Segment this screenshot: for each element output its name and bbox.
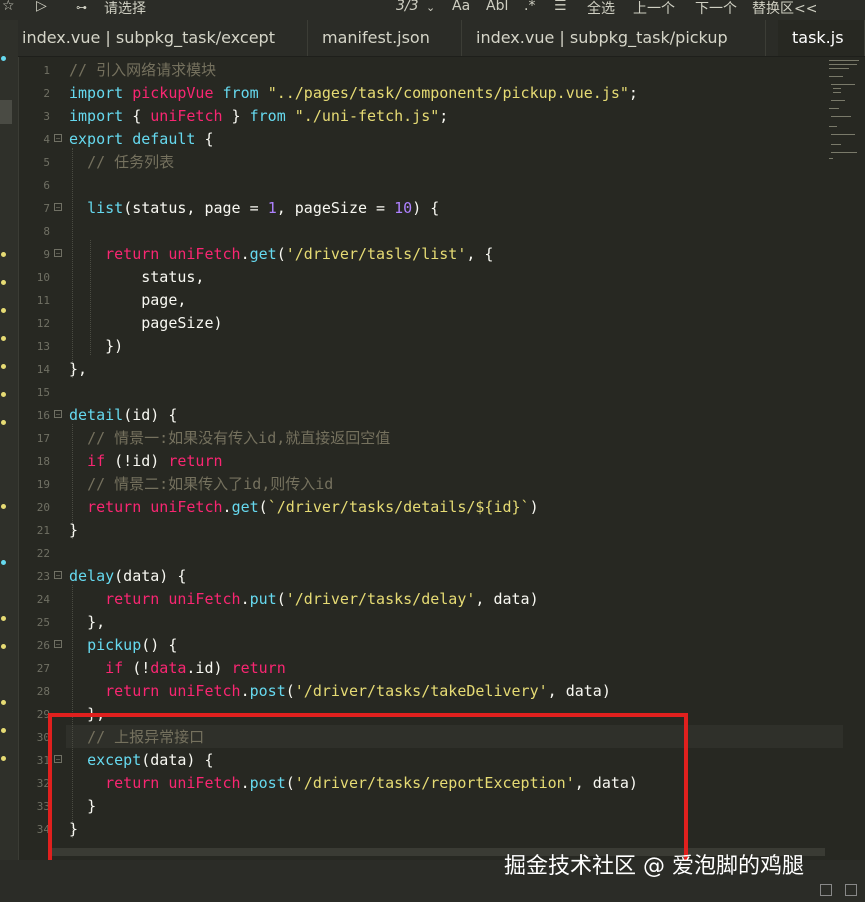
code-line: 27 if (!data.id) return [36, 659, 286, 677]
marker-dot [1, 616, 6, 621]
fold-toggle[interactable]: − [54, 134, 62, 143]
next-match-button[interactable]: 下一个 [695, 0, 737, 18]
left-gutter-strip [0, 20, 19, 860]
code-line: 18 if (!id) return [36, 452, 223, 470]
match-count: 3/3 [396, 0, 419, 14]
marker-dot [1, 504, 6, 509]
list-icon[interactable]: ☰ [554, 0, 567, 14]
whole-word-toggle[interactable]: Abl [486, 0, 508, 14]
code-line: 28 return uniFetch.post('/driver/tasks/t… [36, 682, 611, 700]
replace-toggle-button[interactable]: 替换区<< [752, 0, 817, 18]
marker-dot [1, 56, 6, 61]
marker-dot [1, 336, 6, 341]
code-line: 15 [36, 386, 50, 399]
code-line: 26− pickup() { [36, 636, 178, 654]
marker-dot [1, 420, 6, 425]
code-line: 5 // 任务列表 [43, 153, 175, 171]
marker-dot [1, 308, 6, 313]
select-all-button[interactable]: 全选 [587, 0, 615, 18]
search-icon: ⊶ [76, 1, 87, 14]
tab-task-js[interactable]: task.js [778, 20, 865, 56]
code-line: 17 // 情景一:如果没有传入id,就直接返回空值 [36, 429, 391, 447]
scroll-thumb[interactable] [0, 100, 12, 124]
code-line: 7− list(status, page = 1, pageSize = 10)… [43, 199, 440, 217]
play-icon[interactable]: ▷ [36, 0, 47, 14]
fold-toggle[interactable]: − [54, 203, 62, 212]
fold-toggle[interactable]: − [54, 410, 62, 419]
star-icon[interactable]: ☆ [2, 0, 15, 14]
tab-except-index[interactable]: index.vue | subpkg_task/except [8, 20, 308, 56]
marker-dot [1, 364, 6, 369]
split-icon[interactable] [820, 884, 832, 896]
marker-dot [1, 560, 6, 565]
fold-toggle[interactable]: − [54, 249, 62, 258]
chevron-down-icon[interactable]: ⌄ [426, 1, 435, 14]
marker-dot [1, 644, 6, 649]
marker-dot [1, 756, 6, 761]
watermark: 掘金技术社区 @ 爱泡脚的鸡腿 [504, 854, 804, 879]
code-line: 19 // 情景二:如果传入了id,则传入id [36, 475, 334, 493]
find-bar: ☆ ▷ ⊶ 请选择 3/3 ⌄ Aa Abl .* ☰ 全选 上一个 下一个 替… [0, 0, 865, 20]
marker-dot [1, 280, 6, 285]
minimap[interactable] [825, 56, 865, 166]
code-line: 20 return uniFetch.get(`/driver/tasks/de… [36, 498, 539, 516]
marker-dot [1, 728, 6, 733]
prev-match-button[interactable]: 上一个 [633, 0, 675, 18]
code-line: 25 }, [36, 613, 106, 631]
code-line: 4− export default { [43, 130, 214, 148]
fold-toggle[interactable]: − [54, 571, 62, 580]
marker-dot [1, 392, 6, 397]
code-line: 6 [43, 179, 50, 192]
code-line: 11 page, [36, 291, 187, 309]
marker-dot [1, 252, 6, 257]
code-line: 14}, [36, 360, 88, 378]
fold-toggle[interactable]: − [54, 640, 62, 649]
layout-icon[interactable] [845, 884, 857, 896]
search-input[interactable]: 请选择 [104, 0, 146, 18]
code-line: 1// 引入网络请求模块 [43, 61, 217, 79]
marker-dot [1, 700, 6, 705]
match-case-toggle[interactable]: Aa [452, 0, 470, 14]
tab-manifest[interactable]: manifest.json [308, 20, 462, 56]
code-line: 8 [43, 225, 50, 238]
tab-pickup-index[interactable]: index.vue | subpkg_task/pickup [462, 20, 766, 56]
code-line: 16− detail(id) { [36, 406, 178, 424]
code-line: 24 return uniFetch.put('/driver/tasks/de… [36, 590, 539, 608]
code-line: 13 }) [36, 337, 124, 355]
code-line: 21} [36, 521, 79, 539]
editor-tab-bar: index.vue | subpkg_task/except manifest.… [18, 20, 865, 57]
code-line: 3 import { uniFetch } from "./uni-fetch.j… [43, 107, 449, 125]
regex-toggle[interactable]: .* [524, 0, 535, 14]
code-line: 22 [36, 547, 50, 560]
code-line: 23− delay(data) { [36, 567, 187, 585]
code-line: 9− return uniFetch.get('/driver/tasls/li… [43, 245, 494, 263]
code-line: 10 status, [36, 268, 205, 286]
code-line: 12 pageSize) [36, 314, 223, 332]
code-line: 2 import pickupVue from "../pages/task/co… [43, 84, 638, 102]
